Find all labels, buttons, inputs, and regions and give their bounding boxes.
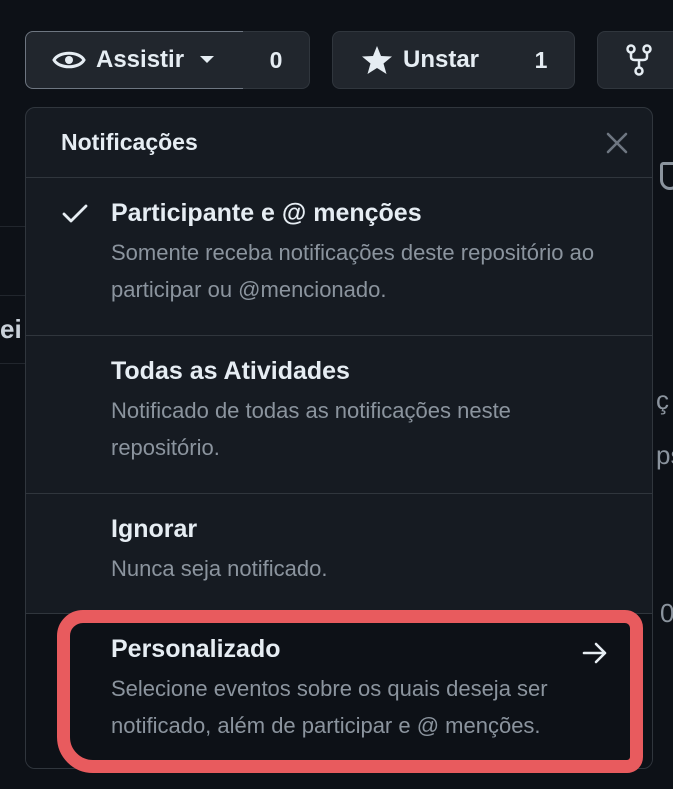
background-shield-icon (660, 162, 673, 190)
background-text-fragment: ei (0, 314, 22, 344)
repo-action-bar: Assistir 0 Unstar 1 (0, 0, 673, 110)
menu-item-all-activity[interactable]: Todas as Atividades Notificado de todas … (26, 336, 652, 494)
star-icon (362, 46, 392, 74)
check-icon (62, 204, 88, 223)
background-text-fragment: ps (656, 440, 673, 470)
menu-item-title: Ignorar (111, 515, 198, 543)
menu-title: Notificações (61, 129, 198, 155)
watch-button[interactable]: Assistir (25, 31, 244, 89)
menu-item-ignore[interactable]: Ignorar Nunca seja notificado. (26, 494, 652, 614)
menu-header: Notificações (26, 108, 652, 178)
star-button[interactable]: Unstar (332, 31, 509, 89)
menu-item-description: Notificado de todas as notificações nest… (111, 398, 511, 460)
fork-button[interactable] (597, 31, 673, 89)
star-count[interactable]: 1 (508, 31, 575, 89)
close-icon[interactable] (604, 130, 630, 156)
background-text-fragment: ç (656, 385, 669, 415)
star-label: Unstar (403, 46, 480, 73)
menu-item-participating[interactable]: Participante e @ menções Somente receba … (26, 178, 652, 336)
background-text-fragment: 0 (660, 598, 673, 628)
watch-count[interactable]: 0 (243, 31, 310, 89)
menu-item-description: Somente receba notificações deste reposi… (111, 240, 595, 302)
menu-item-description: Nunca seja notificado. (111, 556, 328, 581)
eye-icon (52, 51, 86, 69)
menu-item-title: Participante e @ menções (111, 199, 422, 227)
menu-item-title: Todas as Atividades (111, 357, 350, 385)
watch-label: Assistir (96, 46, 185, 73)
red-highlight-annotation (57, 610, 643, 773)
fork-icon (626, 44, 652, 76)
caret-down-icon (200, 56, 215, 63)
